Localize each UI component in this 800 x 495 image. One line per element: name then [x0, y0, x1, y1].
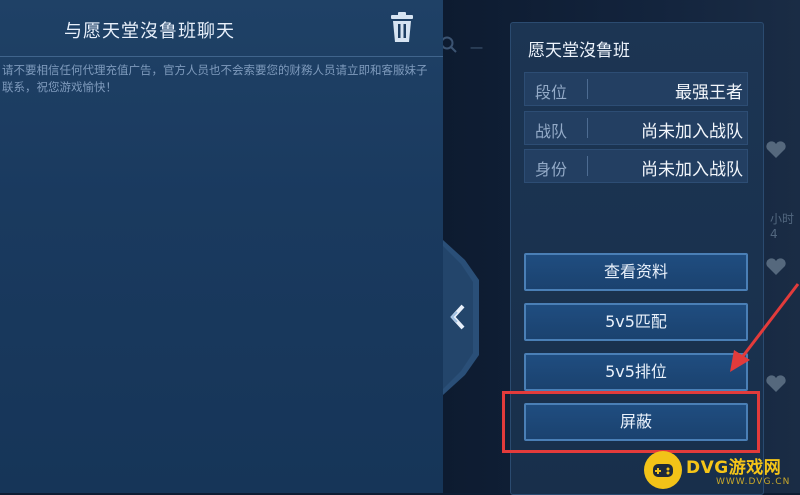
- heart-icon[interactable]: [765, 257, 787, 277]
- highlight-box: [502, 391, 760, 453]
- annotation-arrow-icon: [730, 283, 800, 372]
- info-label: 身份: [535, 160, 568, 179]
- background-stub-text: 小时4: [770, 212, 795, 241]
- chat-header: 与愿天堂沒鲁班聊天: [0, 0, 443, 57]
- divider: [587, 79, 588, 99]
- info-label: 战队: [535, 122, 568, 141]
- search-placeholder: 一: [470, 42, 484, 57]
- divider: [587, 118, 588, 138]
- divider: [587, 156, 588, 176]
- gamepad-icon: [644, 451, 682, 489]
- profile-name: 愿天堂沒鲁班: [528, 41, 630, 61]
- info-value: 尚未加入战队: [641, 160, 743, 180]
- info-row-identity: 身份 尚未加入战队: [524, 149, 748, 183]
- info-label: 段位: [535, 83, 568, 102]
- info-value: 尚未加入战队: [641, 122, 743, 142]
- watermark-brand: DVG游戏网: [686, 458, 782, 478]
- chat-panel: 与愿天堂沒鲁班聊天 请不要相信任何代理充值广告，官方人员也不会索要您的财務人员请…: [0, 0, 443, 493]
- info-row-team: 战队 尚未加入战队: [524, 111, 748, 145]
- 5v5-match-button[interactable]: 5v5匹配: [524, 303, 748, 341]
- info-value: 最强王者: [675, 83, 743, 103]
- heart-icon[interactable]: [765, 140, 787, 160]
- chat-title: 与愿天堂沒鲁班聊天: [64, 21, 235, 42]
- chat-notice: 请不要相信任何代理充值广告，官方人员也不会索要您的财務人员请立即和客服妹子联系，…: [2, 63, 428, 94]
- trash-icon[interactable]: [388, 12, 416, 44]
- 5v5-ranked-button[interactable]: 5v5排位: [524, 353, 748, 391]
- watermark: DVG游戏网 WWW.DVG.CN: [644, 447, 800, 493]
- watermark-domain: WWW.DVG.CN: [716, 477, 791, 487]
- collapse-arrow-icon[interactable]: [443, 240, 479, 395]
- view-profile-button[interactable]: 查看资料: [524, 253, 748, 291]
- info-row-rank: 段位 最强王者: [524, 72, 748, 106]
